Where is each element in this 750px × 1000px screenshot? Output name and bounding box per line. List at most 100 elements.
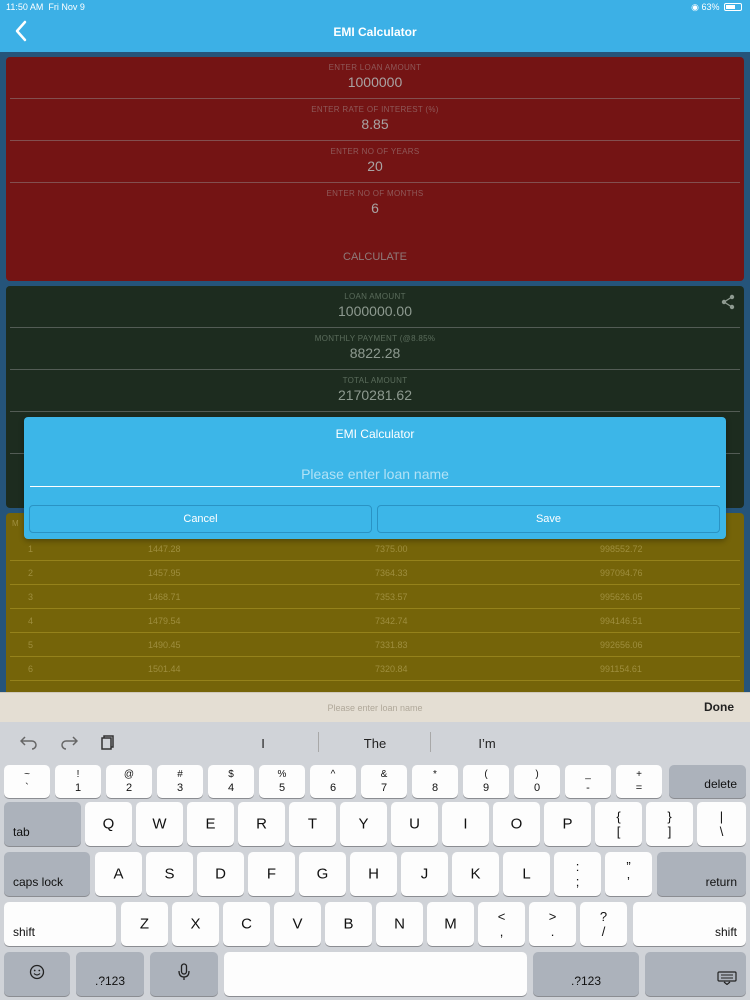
key-equals[interactable]: + =	[616, 765, 662, 798]
key-q[interactable]: Q	[85, 802, 132, 846]
done-button[interactable]: Done	[704, 700, 734, 714]
status-time-date: 11:50 AM Fri Nov 9	[6, 2, 85, 12]
key-minus[interactable]: _ -	[565, 765, 611, 798]
cell-principal: 1447.28	[148, 544, 181, 554]
key-g[interactable]: G	[299, 852, 346, 896]
key-b[interactable]: B	[325, 902, 372, 946]
key-pipe[interactable]: | \	[697, 802, 746, 846]
years-field[interactable]: ENTER NO OF YEARS 20	[10, 141, 740, 183]
key-bottom-label: /	[601, 924, 606, 939]
key-top-label: (	[484, 769, 488, 780]
key-bottom-label: ]	[667, 824, 672, 839]
suggestion-2[interactable]: The	[325, 736, 425, 751]
key-j[interactable]: J	[401, 852, 448, 896]
key-top-label: +	[636, 769, 642, 780]
dictation-key[interactable]	[150, 952, 218, 996]
key-m[interactable]: M	[427, 902, 474, 946]
key-question[interactable]: ? /	[580, 902, 627, 946]
key-0[interactable]: ) 0	[514, 765, 560, 798]
key-label: A	[113, 865, 124, 883]
cell-month: 5	[28, 640, 34, 650]
key-label: G	[316, 865, 329, 883]
key-p[interactable]: P	[544, 802, 591, 846]
space-bar[interactable]	[224, 952, 527, 996]
emoji-key[interactable]	[4, 952, 70, 996]
key-w[interactable]: W	[136, 802, 183, 846]
key-e[interactable]: E	[187, 802, 234, 846]
key-bottom-label: 6	[329, 782, 337, 794]
key-s[interactable]: S	[146, 852, 193, 896]
calculate-button[interactable]: CALCULATE	[6, 251, 744, 263]
caps-lock-key[interactable]: caps lock	[4, 852, 90, 896]
key-bottom-label: ;	[575, 874, 580, 889]
key-c[interactable]: C	[223, 902, 270, 946]
keyboard-dismiss-key[interactable]	[645, 952, 746, 996]
key-2[interactable]: @2	[106, 765, 152, 798]
cell-interest: 7331.83	[375, 640, 408, 650]
suggestion-3[interactable]: I’m	[437, 736, 537, 751]
cell-month: 2	[28, 568, 34, 578]
key-r[interactable]: R	[238, 802, 285, 846]
key-left-brace[interactable]: {[	[595, 802, 642, 846]
key-colon[interactable]: :;	[554, 852, 601, 896]
key-right-brace[interactable]: }]	[646, 802, 693, 846]
cell-interest: 7375.00	[375, 544, 408, 554]
key-x[interactable]: X	[172, 902, 219, 946]
key-label: M	[444, 915, 457, 933]
cancel-button[interactable]: Cancel	[29, 505, 372, 533]
key-tilde[interactable]: ~ `	[4, 765, 50, 798]
key-top-label: ?	[599, 909, 608, 924]
share-icon[interactable]	[720, 294, 736, 310]
result-loan-amount: LOAN AMOUNT 1000000.00	[10, 286, 740, 328]
key-5[interactable]: % 5	[259, 765, 305, 798]
interest-rate-field[interactable]: ENTER RATE OF INTEREST (%) 8.85	[10, 99, 740, 141]
undo-icon[interactable]	[19, 734, 38, 755]
key-top-label: !	[76, 769, 80, 780]
key-less-than[interactable]: <,	[478, 902, 525, 946]
key-label: tab	[13, 825, 30, 839]
key-quote[interactable]: ”’	[605, 852, 652, 896]
months-field[interactable]: ENTER NO OF MONTHS 6	[10, 183, 740, 225]
key-i[interactable]: I	[442, 802, 489, 846]
loan-amount-field[interactable]: ENTER LOAN AMOUNT 1000000	[10, 57, 740, 99]
key-8[interactable]: * 8	[412, 765, 458, 798]
key-6[interactable]: ^ 6	[310, 765, 356, 798]
key-v[interactable]: V	[274, 902, 321, 946]
key-1[interactable]: ! 1	[55, 765, 101, 798]
result-monthly-payment: MONTHLY PAYMENT (@8.85% 8822.28	[10, 328, 740, 370]
save-button[interactable]: Save	[377, 505, 720, 533]
numbers-key-left[interactable]: .?123	[76, 952, 144, 996]
key-greater-than[interactable]: >.	[529, 902, 576, 946]
cell-principal: 1479.54	[148, 616, 181, 626]
key-f[interactable]: F	[248, 852, 295, 896]
cell-balance: 994146.51	[600, 616, 643, 626]
key-l[interactable]: L	[503, 852, 550, 896]
key-u[interactable]: U	[391, 802, 438, 846]
right-shift-key[interactable]: shift	[633, 902, 746, 946]
key-t[interactable]: T	[289, 802, 336, 846]
key-z[interactable]: Z	[121, 902, 168, 946]
left-shift-key[interactable]: shift	[4, 902, 116, 946]
key-k[interactable]: K	[452, 852, 499, 896]
key-a[interactable]: A	[95, 852, 142, 896]
key-h[interactable]: H	[350, 852, 397, 896]
key-n[interactable]: N	[376, 902, 423, 946]
paste-icon[interactable]	[100, 734, 116, 755]
delete-key[interactable]: delete	[669, 765, 746, 798]
key-4[interactable]: $4	[208, 765, 254, 798]
return-key[interactable]: return	[657, 852, 746, 896]
key-7[interactable]: & 7	[361, 765, 407, 798]
amortization-table: M 1 1447.28 7375.00 998552.72 2 1457.95 …	[6, 513, 744, 692]
key-bottom-label: 9	[482, 782, 490, 794]
status-bar: 11:50 AM Fri Nov 9 ◉ 63%	[0, 0, 750, 14]
tab-key[interactable]: tab	[4, 802, 81, 846]
loan-name-input[interactable]	[30, 461, 720, 487]
numbers-key-right[interactable]: .?123	[533, 952, 639, 996]
key-3[interactable]: #3	[157, 765, 203, 798]
redo-icon[interactable]	[60, 734, 79, 755]
key-9[interactable]: (9	[463, 765, 509, 798]
suggestion-1[interactable]: I	[213, 736, 313, 751]
key-o[interactable]: O	[493, 802, 540, 846]
key-y[interactable]: Y	[340, 802, 387, 846]
key-d[interactable]: D	[197, 852, 244, 896]
